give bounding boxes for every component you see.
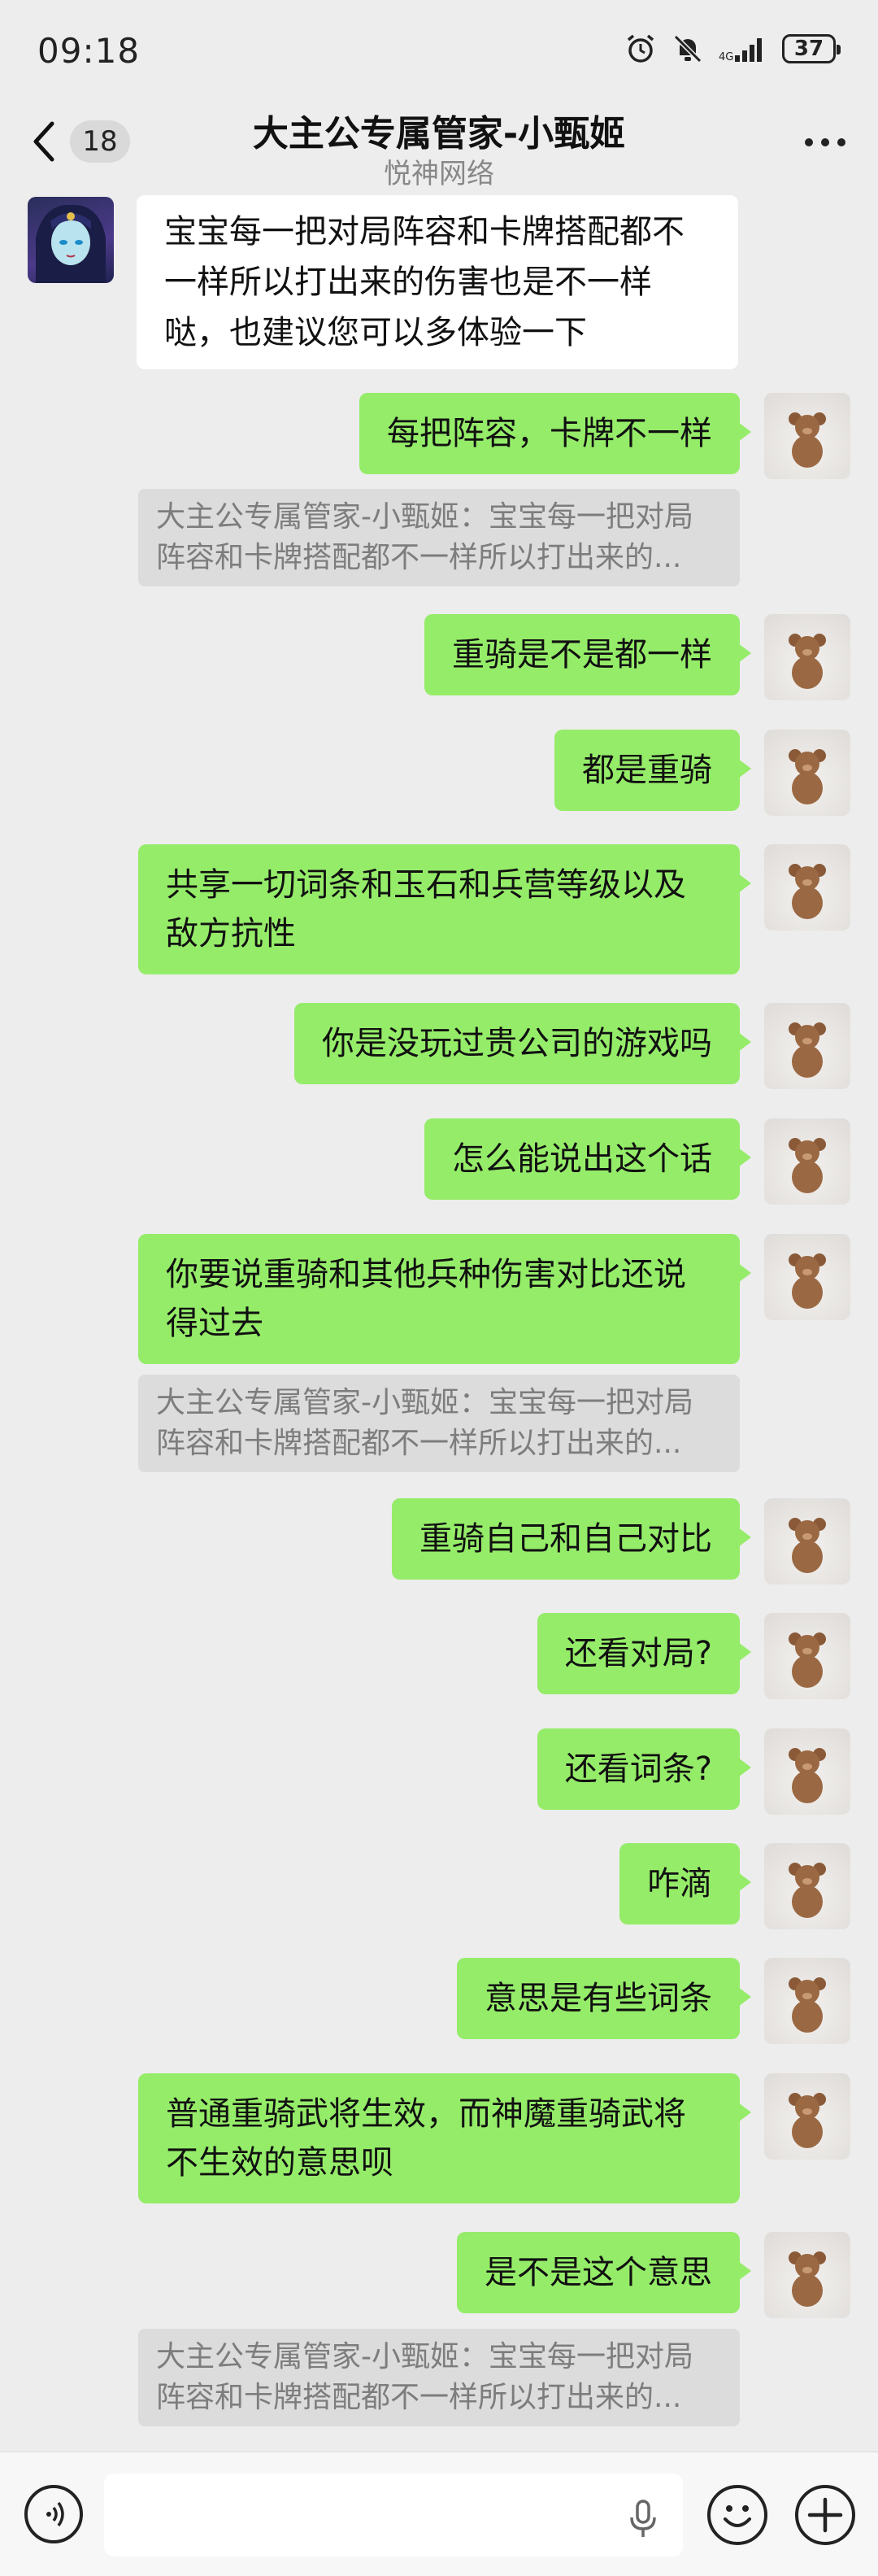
- my-avatar[interactable]: [764, 1843, 850, 1929]
- more-dots-icon: [805, 138, 813, 146]
- my-avatar[interactable]: [764, 1118, 850, 1205]
- add-button[interactable]: [795, 2485, 855, 2545]
- outgoing-message-bubble[interactable]: 怎么能说出这个话: [424, 1118, 751, 1200]
- input-bar: [0, 2452, 878, 2576]
- chat-screen: 09:18 4G 37 18 大主公专属管家-小甄姬 悦神网络 宝宝每一把对局阵…: [0, 0, 878, 2576]
- voice-icon: [46, 2501, 64, 2527]
- my-avatar[interactable]: [764, 1498, 850, 1584]
- voice-button[interactable]: [24, 2485, 83, 2543]
- my-avatar[interactable]: [764, 1003, 850, 1089]
- my-avatar[interactable]: [764, 2073, 850, 2160]
- my-avatar[interactable]: [764, 393, 850, 479]
- bell-off-icon: [673, 34, 702, 63]
- my-avatar[interactable]: [764, 1613, 850, 1699]
- chat-header: 18 大主公专属管家-小甄姬 悦神网络: [0, 98, 878, 195]
- mic-icon[interactable]: [628, 2500, 658, 2539]
- quoted-message[interactable]: 大主公专属管家-小甄姬：宝宝每一把对局阵容和卡牌搭配都不一样所以打出来的...: [138, 1375, 740, 1472]
- quoted-message[interactable]: 大主公专属管家-小甄姬：宝宝每一把对局阵容和卡牌搭配都不一样所以打出来的...: [138, 489, 740, 586]
- my-avatar[interactable]: [764, 1958, 850, 2044]
- outgoing-message-bubble[interactable]: 重骑自己和自己对比: [392, 1498, 751, 1580]
- svg-text:4G: 4G: [719, 51, 733, 63]
- outgoing-message-bubble[interactable]: 还看对局?: [537, 1613, 752, 1694]
- my-avatar[interactable]: [764, 2232, 850, 2318]
- plus-icon: [807, 2497, 843, 2533]
- alarm-icon: [627, 34, 654, 63]
- outgoing-message-bubble[interactable]: 意思是有些词条: [457, 1958, 751, 2039]
- my-avatar[interactable]: [764, 844, 850, 931]
- status-time: 09:18: [37, 31, 141, 71]
- outgoing-message-bubble[interactable]: 每把阵容，卡牌不一样: [359, 393, 751, 474]
- my-avatar[interactable]: [764, 614, 850, 700]
- outgoing-message-bubble[interactable]: 重骑是不是都一样: [424, 614, 751, 695]
- outgoing-message-bubble[interactable]: 普通重骑武将生效，而神魔重骑武将不生效的意思呗: [138, 2073, 751, 2203]
- my-avatar[interactable]: [764, 1234, 850, 1320]
- outgoing-message-bubble[interactable]: 你是没玩过贵公司的游戏吗: [294, 1003, 751, 1084]
- outgoing-message-bubble[interactable]: 是不是这个意思: [457, 2232, 751, 2313]
- chat-subtitle: 悦神网络: [384, 158, 494, 190]
- status-icons: 4G 37: [624, 33, 841, 65]
- contact-avatar[interactable]: [28, 197, 114, 283]
- outgoing-message-bubble[interactable]: 还看词条?: [537, 1728, 752, 1810]
- quoted-message[interactable]: 大主公专属管家-小甄姬：宝宝每一把对局阵容和卡牌搭配都不一样所以打出来的...: [138, 2329, 740, 2426]
- outgoing-message-bubble[interactable]: 都是重骑: [554, 730, 751, 811]
- my-avatar[interactable]: [764, 730, 850, 816]
- battery-indicator: 37: [782, 34, 841, 63]
- emoji-icon: [724, 2505, 751, 2527]
- emoji-button[interactable]: [707, 2485, 767, 2545]
- outgoing-message-bubble[interactable]: 咋滴: [619, 1843, 751, 1924]
- outgoing-message-bubble[interactable]: 你要说重骑和其他兵种伤害对比还说得过去: [138, 1234, 751, 1364]
- incoming-message-bubble[interactable]: 宝宝每一把对局阵容和卡牌搭配都不一样所以打出来的伤害也是不一样哒，也建议您可以多…: [137, 195, 738, 369]
- message-input[interactable]: [104, 2474, 683, 2556]
- signal-icon: 4G: [719, 38, 762, 63]
- outgoing-message-bubble[interactable]: 共享一切词条和玉石和兵营等级以及敌方抗性: [138, 844, 751, 974]
- my-avatar[interactable]: [764, 1728, 850, 1815]
- chat-title: 大主公专属管家-小甄姬: [252, 113, 626, 155]
- more-button[interactable]: [805, 138, 845, 146]
- status-bar: 09:18 4G 37: [0, 0, 878, 98]
